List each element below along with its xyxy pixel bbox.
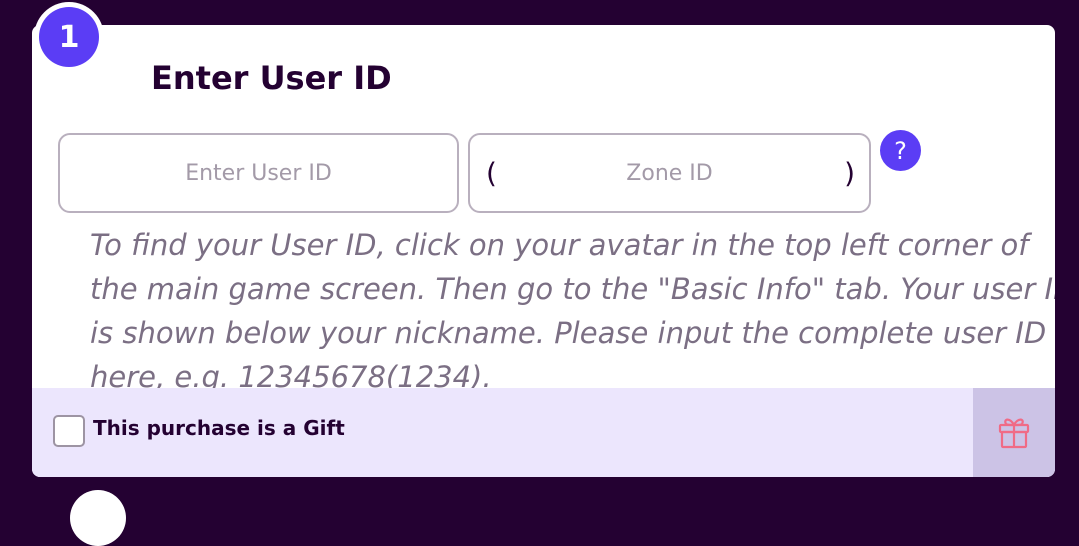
gift-checkbox[interactable] xyxy=(53,415,85,447)
help-button[interactable]: ? xyxy=(880,130,921,171)
gift-bar: This purchase is a Gift xyxy=(32,388,1055,477)
zone-id-input[interactable] xyxy=(470,135,869,211)
step-number: 1 xyxy=(39,7,99,67)
next-step-badge xyxy=(70,490,126,546)
section-title: Enter User ID xyxy=(151,59,392,97)
gift-label[interactable]: This purchase is a Gift xyxy=(93,416,345,440)
gift-button[interactable] xyxy=(973,388,1055,477)
user-id-field[interactable] xyxy=(58,133,459,213)
zone-id-field[interactable]: ( ) xyxy=(468,133,871,213)
user-id-input[interactable] xyxy=(60,135,457,211)
gift-icon xyxy=(996,413,1032,453)
user-id-card: Enter User ID ( ) To find your User ID, … xyxy=(32,25,1055,477)
step-badge: 1 xyxy=(34,2,104,72)
zone-id-close-paren: ) xyxy=(844,156,855,190)
user-id-hint: To find your User ID, click on your avat… xyxy=(90,228,1055,394)
